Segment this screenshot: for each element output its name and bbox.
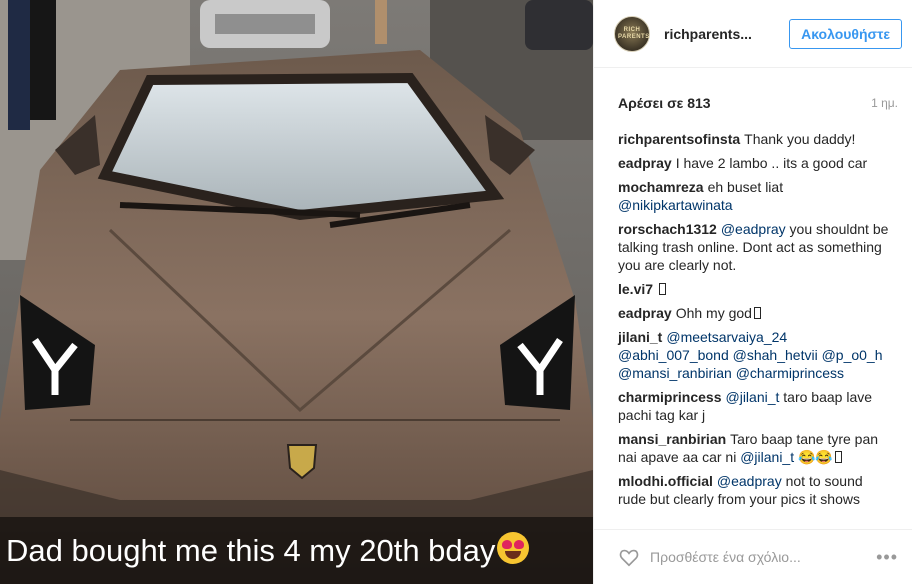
comment-tail: 😂😂 — [798, 449, 833, 465]
comment-item: rorschach1312 @eadpray you shouldnt be ta… — [618, 220, 894, 274]
follow-button[interactable]: Ακολουθήστε — [789, 18, 902, 49]
post-time[interactable]: 1 ημ. — [871, 96, 898, 110]
add-comment-input[interactable]: Προσθέστε ένα σχόλιο... — [650, 549, 876, 565]
more-options-icon[interactable]: ••• — [876, 547, 898, 568]
photo-caption-bar: Dad bought me this 4 my 20th bday — [0, 517, 593, 584]
comment-user[interactable]: eadpray — [618, 305, 672, 321]
post-username[interactable]: richparents... — [664, 26, 789, 42]
comments-list[interactable]: richparentsofinsta Thank you daddy! eadpr… — [594, 130, 912, 530]
post-photo[interactable]: Dad bought me this 4 my 20th bday — [0, 0, 593, 584]
comment-item: le.vi7 — [618, 280, 894, 298]
post-sidebar: RICH PARENTS richparents... Ακολουθήστε … — [593, 0, 912, 584]
heart-icon[interactable] — [618, 546, 640, 568]
photo-caption: Dad bought me this 4 my 20th bday — [6, 532, 496, 568]
car-photo-illustration — [0, 0, 593, 584]
comment-mention[interactable]: @jilani_t — [740, 449, 794, 465]
comment-mention[interactable]: @eadpray — [721, 221, 786, 237]
heart-eyes-emoji-icon — [497, 531, 530, 564]
comment-text: Ohh my god — [675, 305, 752, 321]
post-header: RICH PARENTS richparents... Ακολουθήστε — [594, 0, 912, 68]
missing-glyph-icon — [834, 451, 842, 463]
comment-user[interactable]: le.vi7 — [618, 281, 653, 297]
comment-item: mansi_ranbirian Taro baap tane tyre pan n… — [618, 430, 894, 466]
comment-item: eadpray Ohh my god — [618, 304, 894, 322]
likes-count[interactable]: Αρέσει σε 813 — [618, 95, 711, 111]
comment-item: richparentsofinsta Thank you daddy! — [618, 130, 894, 148]
post-view: Dad bought me this 4 my 20th bday RICH P… — [0, 0, 912, 584]
comment-user[interactable]: mansi_ranbirian — [618, 431, 726, 447]
comment-user[interactable]: mochamreza — [618, 179, 704, 195]
comment-mention[interactable]: @nikipkartawinata — [618, 197, 733, 213]
comment-item: jilani_t @meetsarvaiya_24 @abhi_007_bond … — [618, 328, 894, 382]
avatar-text: RICH PARENTS — [618, 26, 650, 40]
comment-footer: Προσθέστε ένα σχόλιο... ••• — [594, 529, 912, 584]
comment-text: I have 2 lambo .. its a good car — [675, 155, 868, 171]
comment-item: mochamreza eh buset liat @nikipkartawinat… — [618, 178, 894, 214]
comment-mention[interactable]: @jilani_t — [726, 389, 780, 405]
comment-user[interactable]: rorschach1312 — [618, 221, 717, 237]
comment-text: eh buset liat — [707, 179, 784, 195]
comment-text: Thank you daddy! — [744, 131, 856, 147]
comment-user[interactable]: charmiprincess — [618, 389, 722, 405]
missing-glyph-icon — [753, 307, 761, 319]
missing-glyph-icon — [659, 283, 667, 295]
comment-item: charmiprincess @jilani_t taro baap lave p… — [618, 388, 894, 424]
comment-mention[interactable]: @eadpray — [717, 473, 782, 489]
comment-item: mlodhi.official @eadpray not to sound rud… — [618, 472, 894, 508]
comment-user[interactable]: mlodhi.official — [618, 473, 713, 489]
comment-user[interactable]: eadpray — [618, 155, 672, 171]
avatar[interactable]: RICH PARENTS — [614, 15, 650, 52]
comment-user[interactable]: richparentsofinsta — [618, 131, 740, 147]
comment-user[interactable]: jilani_t — [618, 329, 662, 345]
likes-row: Αρέσει σε 813 1 ημ. — [594, 74, 912, 132]
comment-item: eadpray I have 2 lambo .. its a good car — [618, 154, 894, 172]
